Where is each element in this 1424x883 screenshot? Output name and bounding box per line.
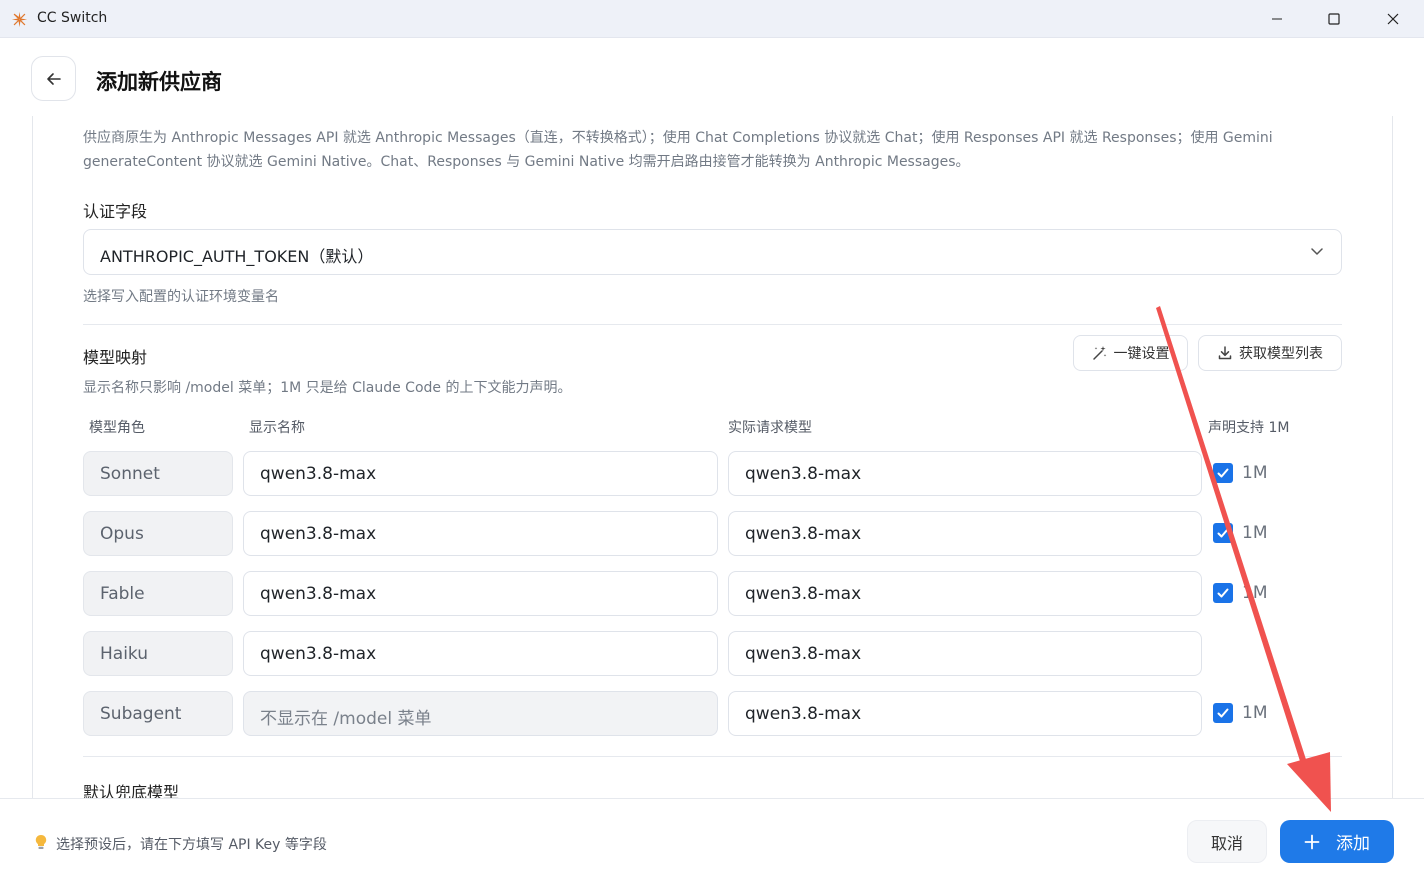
display-name-input-opus[interactable]: qwen3.8-max bbox=[243, 511, 718, 556]
model-mapping-help: 显示名称只影响 /model 菜单；1M 只是给 Claude Code 的上下… bbox=[83, 380, 572, 396]
one-click-setup-button[interactable]: 一键设置 bbox=[1073, 335, 1188, 371]
minimize-button[interactable] bbox=[1248, 0, 1306, 38]
app-logo-icon bbox=[11, 11, 28, 28]
display-name-input-sonnet[interactable]: qwen3.8-max bbox=[243, 451, 718, 496]
close-button[interactable] bbox=[1364, 0, 1422, 38]
1m-checkbox-subagent[interactable] bbox=[1213, 703, 1233, 723]
lightbulb-icon bbox=[35, 835, 47, 849]
actual-model-input-haiku[interactable]: qwen3.8-max bbox=[728, 631, 1202, 676]
auth-field-help: 选择写入配置的认证环境变量名 bbox=[83, 289, 279, 305]
add-button-label: 添加 bbox=[1336, 834, 1370, 854]
1m-label-opus: 1M bbox=[1242, 523, 1268, 543]
1m-label-sonnet: 1M bbox=[1242, 463, 1268, 483]
model-mapping-title: 模型映射 bbox=[83, 348, 148, 367]
minimize-icon bbox=[1272, 18, 1282, 20]
fallback-model-label: 默认兜底模型 bbox=[83, 783, 180, 798]
actual-model-input-sonnet[interactable]: qwen3.8-max bbox=[728, 451, 1202, 496]
1m-checkbox-fable[interactable] bbox=[1213, 583, 1233, 603]
display-name-input-fable[interactable]: qwen3.8-max bbox=[243, 571, 718, 616]
add-button[interactable]: 添加 bbox=[1280, 820, 1394, 863]
page-title: 添加新供应商 bbox=[96, 70, 222, 94]
one-click-setup-label: 一键设置 bbox=[1113, 346, 1170, 362]
back-button[interactable] bbox=[31, 56, 76, 101]
maximize-icon bbox=[1328, 13, 1340, 25]
fetch-model-list-button[interactable]: 获取模型列表 bbox=[1198, 335, 1342, 371]
role-label-opus: Opus bbox=[83, 511, 233, 556]
window-title: CC Switch bbox=[37, 10, 108, 26]
checkmark-icon bbox=[1217, 468, 1229, 478]
column-header-actual-model: 实际请求模型 bbox=[728, 420, 812, 436]
column-header-display-name: 显示名称 bbox=[249, 420, 305, 436]
1m-checkbox-sonnet[interactable] bbox=[1213, 463, 1233, 483]
column-header-1m-support: 声明支持 1M bbox=[1208, 420, 1290, 436]
window-titlebar: CC Switch bbox=[0, 0, 1424, 38]
provider-form-card: 供应商原生为 Anthropic Messages API 就选 Anthrop… bbox=[32, 116, 1393, 798]
api-format-hint: 供应商原生为 Anthropic Messages API 就选 Anthrop… bbox=[83, 130, 1273, 170]
auth-field-select[interactable]: ANTHROPIC_AUTH_TOKEN（默认） bbox=[83, 229, 1342, 275]
cancel-button[interactable]: 取消 bbox=[1187, 820, 1267, 863]
column-header-role: 模型角色 bbox=[89, 420, 145, 436]
close-icon bbox=[1387, 13, 1399, 25]
download-icon bbox=[1218, 346, 1232, 360]
checkmark-icon bbox=[1217, 528, 1229, 538]
footer-hint: 选择预设后，请在下方填写 API Key 等字段 bbox=[56, 837, 327, 853]
role-label-fable: Fable bbox=[83, 571, 233, 616]
page-header: 添加新供应商 bbox=[0, 38, 1424, 116]
dialog-footer: 选择预设后，请在下方填写 API Key 等字段 取消 添加 bbox=[0, 798, 1424, 883]
auth-field-label: 认证字段 bbox=[83, 202, 148, 221]
chevron-down-icon bbox=[1311, 248, 1323, 255]
1m-label-fable: 1M bbox=[1242, 583, 1268, 603]
arrow-left-icon bbox=[46, 72, 61, 85]
display-name-input-haiku[interactable]: qwen3.8-max bbox=[243, 631, 718, 676]
auth-field-value: ANTHROPIC_AUTH_TOKEN（默认） bbox=[100, 247, 374, 266]
role-label-subagent: Subagent bbox=[83, 691, 233, 736]
actual-model-input-fable[interactable]: qwen3.8-max bbox=[728, 571, 1202, 616]
1m-checkbox-opus[interactable] bbox=[1213, 523, 1233, 543]
fetch-model-list-label: 获取模型列表 bbox=[1239, 346, 1323, 362]
checkmark-icon bbox=[1217, 588, 1229, 598]
maximize-button[interactable] bbox=[1305, 0, 1363, 38]
role-label-haiku: Haiku bbox=[83, 631, 233, 676]
actual-model-input-opus[interactable]: qwen3.8-max bbox=[728, 511, 1202, 556]
magic-wand-icon bbox=[1092, 346, 1106, 360]
actual-model-input-subagent[interactable]: qwen3.8-max bbox=[728, 691, 1202, 736]
role-label-sonnet: Sonnet bbox=[83, 451, 233, 496]
display-name-input-subagent[interactable]: 不显示在 /model 菜单 bbox=[243, 691, 718, 736]
section-divider bbox=[83, 756, 1342, 757]
plus-icon bbox=[1304, 834, 1320, 849]
checkmark-icon bbox=[1217, 708, 1229, 718]
section-divider bbox=[83, 324, 1342, 325]
1m-label-subagent: 1M bbox=[1242, 703, 1268, 723]
